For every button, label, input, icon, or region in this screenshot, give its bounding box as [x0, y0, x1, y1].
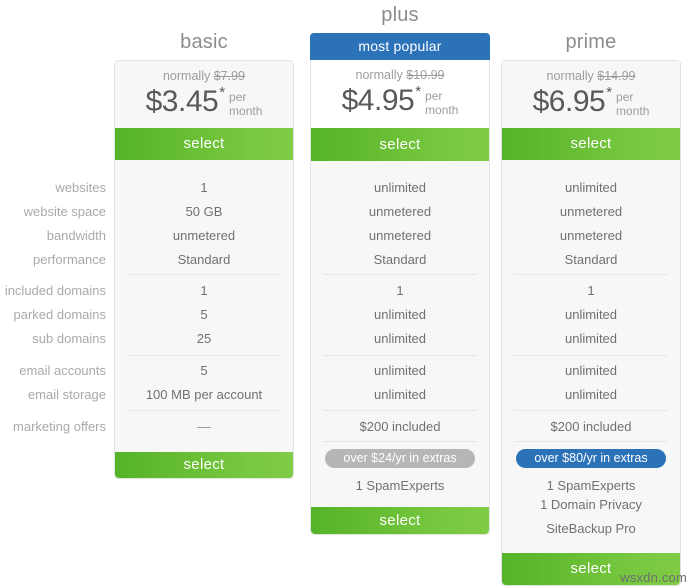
- plan-title-prime: prime: [565, 31, 617, 53]
- cell-prime-performance: Standard: [564, 252, 618, 267]
- cell-plus-bandwidth: unmetered: [368, 228, 432, 243]
- price-per-prime: per: [616, 90, 634, 104]
- feature-label-parked-domains: parked domains: [13, 307, 107, 322]
- feature-label-included-domains: included domains: [4, 283, 106, 298]
- extras-badge-prime: over $80/yr in extras: [516, 449, 666, 468]
- cell-prime-included-domains: 1: [587, 283, 595, 298]
- cell-basic-websites: 1: [200, 180, 208, 195]
- cell-prime-parked-domains: unlimited: [564, 307, 618, 322]
- divider-plus-1: [323, 274, 477, 275]
- divider-prime-1: [514, 274, 668, 275]
- cell-plus-email-accounts: unlimited: [373, 363, 427, 378]
- plan-title-basic: basic: [180, 31, 228, 53]
- price-amount-plus: $4.95: [341, 84, 415, 117]
- feature-label-email-storage: email storage: [27, 387, 106, 402]
- old-price-prime: $14.99: [597, 69, 636, 83]
- old-price-plus: $10.99: [406, 68, 445, 82]
- cell-prime-extra-2: SiteBackup Pro: [546, 521, 636, 536]
- cell-prime-sub-domains: unlimited: [564, 331, 618, 346]
- price-period-prime: per month: [616, 90, 649, 118]
- cell-plus-website-space: unmetered: [368, 204, 432, 219]
- divider-basic-2: [127, 355, 281, 356]
- plan-title-plus: plus: [381, 4, 419, 26]
- feature-label-performance: performance: [33, 252, 106, 267]
- select-button-basic-top[interactable]: select: [115, 128, 293, 160]
- cell-plus-extra-0: 1 SpamExperts: [355, 478, 445, 493]
- cell-prime-websites: unlimited: [564, 180, 618, 195]
- price-line-plus: $4.95 * per month: [311, 84, 489, 118]
- cell-plus-email-storage: unlimited: [373, 387, 427, 402]
- price-block-basic: normally $7.99 $3.45 * per month: [115, 61, 293, 128]
- feature-label-marketing-offers: marketing offers: [13, 419, 106, 434]
- normally-prefix-basic: normally: [162, 69, 211, 83]
- divider-prime-4: [514, 441, 668, 442]
- select-button-basic-bottom[interactable]: select: [115, 452, 293, 478]
- price-line-prime: $6.95 * per month: [502, 85, 680, 119]
- divider-plus-4: [323, 441, 477, 442]
- feature-label-bandwidth: bandwidth: [46, 228, 106, 243]
- normally-line-basic: normally $7.99: [115, 69, 293, 84]
- cell-basic-sub-domains: 25: [196, 331, 212, 346]
- select-button-prime-top[interactable]: select: [502, 128, 680, 160]
- price-month-plus: month: [425, 103, 459, 117]
- price-amount-basic: $3.45: [145, 85, 219, 118]
- old-price-basic: $7.99: [213, 69, 245, 83]
- price-block-prime: normally $14.99 $6.95 * per month: [502, 61, 680, 128]
- price-asterisk-prime: *: [606, 84, 613, 101]
- cell-basic-bandwidth: unmetered: [172, 228, 236, 243]
- feature-label-website-space: website space: [23, 204, 106, 219]
- price-per-basic: per: [229, 90, 247, 104]
- price-month-basic: month: [229, 104, 263, 118]
- cell-plus-performance: Standard: [373, 252, 427, 267]
- cell-plus-marketing-offers: $200 included: [359, 419, 441, 434]
- normally-prefix-prime: normally: [546, 69, 594, 83]
- normally-prefix-plus: normally: [355, 68, 403, 82]
- price-asterisk-basic: *: [219, 84, 226, 101]
- cell-prime-bandwidth: unmetered: [559, 228, 623, 243]
- feature-label-email-accounts: email accounts: [19, 363, 106, 378]
- cell-basic-marketing-offers: —: [197, 419, 211, 434]
- feature-label-websites: websites: [55, 180, 106, 195]
- cell-prime-extra-1: 1 Domain Privacy: [540, 497, 642, 512]
- select-button-plus-bottom[interactable]: select: [311, 507, 489, 534]
- pricing-table: basic plus prime most popular normally $…: [0, 0, 691, 587]
- cell-prime-email-accounts: unlimited: [564, 363, 618, 378]
- feature-label-sub-domains: sub domains: [32, 331, 106, 346]
- divider-prime-3: [514, 410, 668, 411]
- divider-plus-3: [323, 410, 477, 411]
- divider-basic-3: [127, 410, 281, 411]
- cell-prime-email-storage: unlimited: [564, 387, 618, 402]
- cell-plus-sub-domains: unlimited: [373, 331, 427, 346]
- divider-prime-2: [514, 355, 668, 356]
- cell-prime-website-space: unmetered: [559, 204, 623, 219]
- normally-line-plus: normally $10.99: [311, 68, 489, 83]
- price-line-basic: $3.45 * per month: [115, 85, 293, 119]
- cell-basic-performance: Standard: [177, 252, 231, 267]
- cell-basic-email-storage: 100 MB per account: [145, 387, 263, 402]
- watermark: wsxdn.com: [620, 570, 687, 585]
- normally-line-prime: normally $14.99: [502, 69, 680, 84]
- price-amount-prime: $6.95: [532, 85, 606, 118]
- extras-badge-plus: over $24/yr in extras: [325, 449, 475, 468]
- divider-basic-1: [127, 274, 281, 275]
- cell-prime-extra-0: 1 SpamExperts: [546, 478, 636, 493]
- cell-basic-email-accounts: 5: [200, 363, 208, 378]
- cell-plus-websites: unlimited: [373, 180, 427, 195]
- feature-label-gutter: websites website space bandwidth perform…: [0, 0, 106, 587]
- price-period-plus: per month: [425, 89, 458, 117]
- price-period-basic: per month: [229, 90, 262, 118]
- price-block-plus: normally $10.99 $4.95 * per month: [311, 60, 489, 128]
- price-month-prime: month: [616, 104, 650, 118]
- price-asterisk-plus: *: [415, 83, 422, 100]
- most-popular-badge: most popular: [310, 33, 490, 60]
- cell-basic-parked-domains: 5: [200, 307, 208, 322]
- divider-plus-2: [323, 355, 477, 356]
- select-button-plus-top[interactable]: select: [311, 128, 489, 161]
- price-per-plus: per: [425, 89, 443, 103]
- cell-prime-marketing-offers: $200 included: [550, 419, 632, 434]
- cell-plus-included-domains: 1: [396, 283, 404, 298]
- cell-basic-website-space: 50 GB: [185, 204, 223, 219]
- cell-basic-included-domains: 1: [200, 283, 208, 298]
- cell-plus-parked-domains: unlimited: [373, 307, 427, 322]
